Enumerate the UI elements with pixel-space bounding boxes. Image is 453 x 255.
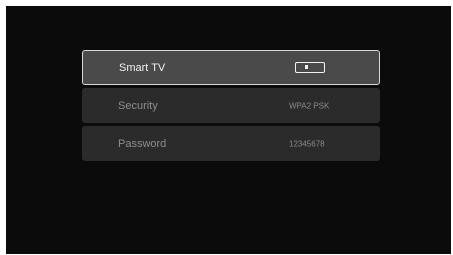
password-label: Password xyxy=(118,137,167,150)
smart-tv-row[interactable]: Smart TV xyxy=(82,50,380,85)
toggle-knob-icon xyxy=(305,65,308,69)
security-label: Security xyxy=(118,99,158,112)
password-value: 12345678 xyxy=(289,139,325,148)
tv-screen: Smart TV Security WPA2 PSK Password 1234… xyxy=(6,6,451,254)
security-row[interactable]: Security WPA2 PSK xyxy=(82,88,380,123)
smart-tv-toggle[interactable] xyxy=(295,62,325,73)
smart-tv-label: Smart TV xyxy=(119,61,166,74)
password-row[interactable]: Password 12345678 xyxy=(82,126,380,161)
security-value: WPA2 PSK xyxy=(289,101,330,110)
